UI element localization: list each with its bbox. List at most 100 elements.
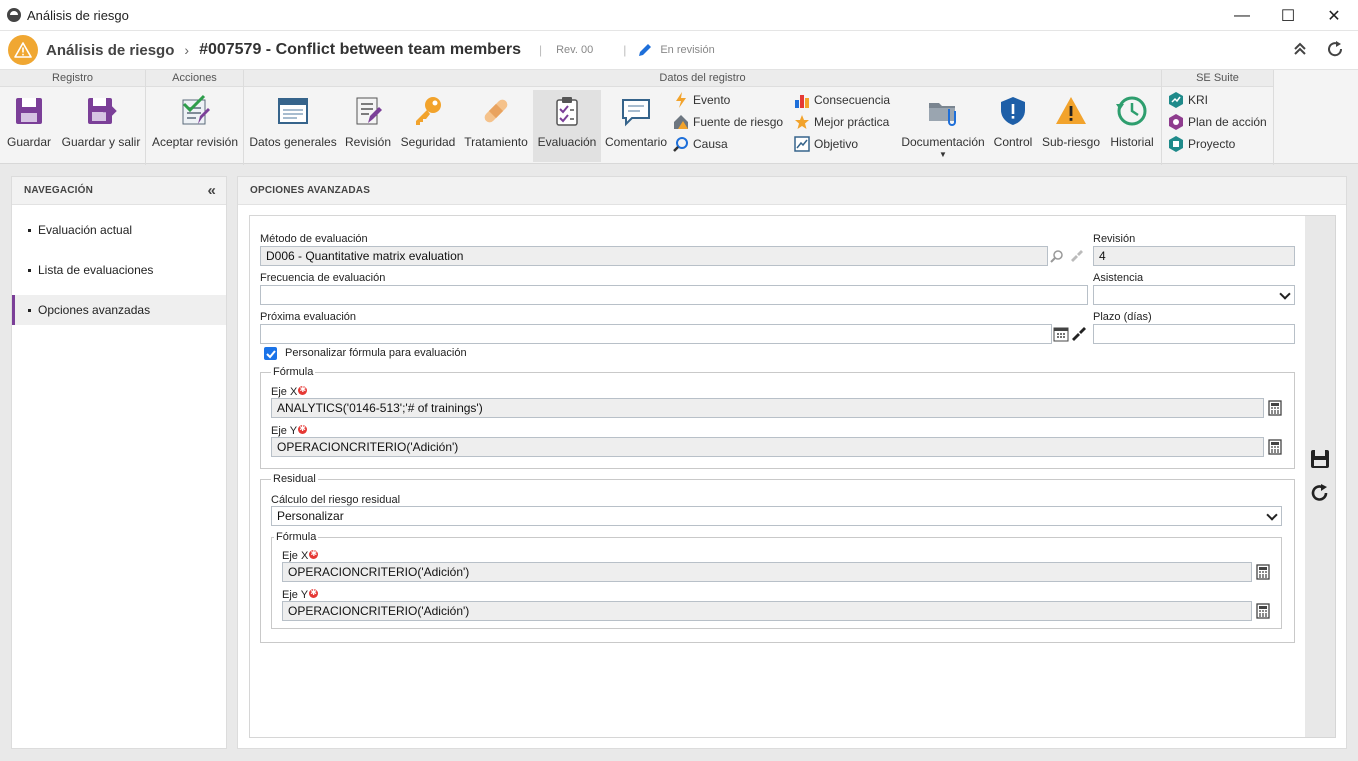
- nav-item-advanced-options[interactable]: Opciones avanzadas: [12, 295, 226, 325]
- evaluation-method-field[interactable]: D006 - Quantitative matrix evaluation: [260, 246, 1048, 266]
- app-icon: [7, 8, 21, 22]
- save-button[interactable]: Guardar: [4, 90, 54, 162]
- ribbon: Registro Guardar Guardar y salir Accione…: [0, 69, 1358, 165]
- assistance-label: Asistencia: [1093, 272, 1144, 284]
- window-title: Análisis de riesgo: [27, 7, 129, 23]
- best-practice-button[interactable]: Mejor práctica: [794, 112, 889, 132]
- axis-x-label-text: Eje X: [271, 386, 298, 398]
- folder-clip-icon: [925, 93, 961, 129]
- maximize-button[interactable]: ☐: [1265, 0, 1311, 31]
- close-button[interactable]: ✕: [1311, 0, 1357, 31]
- history-button[interactable]: Historial: [1108, 90, 1156, 162]
- ribbon-group-registro: Registro Guardar Guardar y salir: [0, 70, 146, 165]
- residual-calc-value: Personalizar: [277, 509, 344, 523]
- status-badge: En revisión: [660, 44, 715, 56]
- collapse-left-icon[interactable]: «: [207, 177, 216, 205]
- clock-history-icon: [1114, 93, 1150, 129]
- kri-button[interactable]: KRI: [1168, 90, 1208, 110]
- risk-source-button[interactable]: Fuente de riesgo: [673, 112, 783, 132]
- minimize-button[interactable]: —: [1219, 0, 1265, 31]
- event-button[interactable]: Evento: [673, 90, 730, 110]
- search-icon[interactable]: [1048, 247, 1066, 265]
- frequency-field[interactable]: [260, 285, 1088, 305]
- calculator-icon[interactable]: [1254, 563, 1272, 581]
- chevron-down-icon: [1266, 509, 1278, 521]
- shield-icon: [995, 93, 1031, 129]
- group-label: Acciones: [146, 70, 243, 87]
- residual-legend: Residual: [273, 473, 316, 485]
- house-warning-icon: [673, 114, 689, 130]
- axis-y-field[interactable]: OPERACIONCRITERIO('Adición'): [271, 437, 1264, 457]
- bandage-icon: [478, 93, 514, 129]
- refresh-icon[interactable]: [1310, 483, 1330, 503]
- warning-icon: [8, 35, 38, 65]
- control-button[interactable]: Control: [992, 90, 1034, 162]
- refresh-icon[interactable]: [1326, 40, 1344, 61]
- group-label: SE Suite: [1162, 70, 1273, 87]
- residual-axis-y-field[interactable]: OPERACIONCRITERIO('Adición'): [282, 601, 1252, 621]
- revision-label: Revisión: [1093, 233, 1136, 245]
- residual-axis-x-field[interactable]: OPERACIONCRITERIO('Adición'): [282, 562, 1252, 582]
- pencil-icon: [636, 41, 654, 59]
- revision-doc-icon: [350, 93, 386, 129]
- revision-button[interactable]: Revisión: [342, 90, 394, 162]
- eraser-icon[interactable]: [1070, 325, 1088, 343]
- residual-axis-y-label-text: Eje Y: [282, 589, 309, 601]
- next-evaluation-field[interactable]: [260, 324, 1052, 344]
- floppy-exit-icon: [83, 93, 119, 129]
- window-titlebar: Análisis de riesgo — ☐ ✕: [0, 0, 1358, 31]
- axis-x-field[interactable]: ANALYTICS('0146-513';'# of trainings'): [271, 398, 1264, 418]
- floppy-icon: [11, 93, 47, 129]
- side-toolbar: [1305, 215, 1336, 738]
- ribbon-group-datos: Datos del registro Datos generales Revis…: [244, 70, 1162, 165]
- customize-formula-checkbox[interactable]: [264, 347, 277, 360]
- security-button[interactable]: Seguridad: [400, 90, 456, 162]
- objective-button[interactable]: Objetivo: [794, 134, 858, 154]
- main-header: OPCIONES AVANZADAS: [238, 177, 1346, 205]
- cause-button[interactable]: Causa: [673, 134, 728, 154]
- kri-icon: [1168, 92, 1184, 108]
- clear-icon[interactable]: [1068, 247, 1086, 265]
- accept-revision-icon: [177, 93, 213, 129]
- record-header: Análisis de riesgo › #007579 - Conflict …: [0, 31, 1358, 69]
- key-icon: [410, 93, 446, 129]
- documentation-button[interactable]: Documentación ▼: [901, 90, 985, 162]
- axis-y-label: Eje Y: [271, 422, 308, 437]
- sub-risk-button[interactable]: Sub-riesgo: [1041, 90, 1101, 162]
- next-evaluation-label: Próxima evaluación: [260, 311, 356, 323]
- comment-icon: [618, 93, 654, 129]
- bar-chart-icon: [794, 92, 810, 108]
- trend-chart-icon: [794, 136, 810, 152]
- calculator-icon[interactable]: [1266, 399, 1284, 417]
- general-data-button[interactable]: Datos generales: [249, 90, 337, 162]
- record-title: #007579 - Conflict between team members: [199, 41, 521, 58]
- action-plan-button[interactable]: Plan de acción: [1168, 112, 1267, 132]
- divider: |: [538, 43, 543, 57]
- evaluation-button[interactable]: Evaluación: [533, 90, 601, 162]
- deadline-field[interactable]: [1093, 324, 1295, 344]
- nav-item-current-evaluation[interactable]: Evaluación actual: [12, 215, 226, 245]
- residual-axis-y-label: Eje Y: [282, 586, 319, 601]
- collapse-up-icon[interactable]: [1293, 41, 1307, 60]
- calendar-icon[interactable]: [1052, 325, 1070, 343]
- project-button[interactable]: Proyecto: [1168, 134, 1235, 154]
- treatment-button[interactable]: Tratamiento: [464, 90, 528, 162]
- warning-triangle-icon: [1053, 93, 1089, 129]
- action-plan-icon: [1168, 114, 1184, 130]
- calculator-icon[interactable]: [1266, 438, 1284, 456]
- chevron-right-icon: ›: [184, 42, 190, 58]
- save-and-exit-button[interactable]: Guardar y salir: [60, 90, 142, 162]
- main-panel: OPCIONES AVANZADAS Método de evaluación …: [237, 176, 1347, 749]
- customize-formula-label: Personalizar fórmula para evaluación: [285, 347, 467, 359]
- accept-revision-button[interactable]: Aceptar revisión: [150, 90, 240, 162]
- residual-calc-select[interactable]: Personalizar: [271, 506, 1282, 526]
- comment-button[interactable]: Comentario: [605, 90, 667, 162]
- nav-item-evaluation-list[interactable]: Lista de evaluaciones: [12, 255, 226, 285]
- evaluation-method-label: Método de evaluación: [260, 233, 368, 245]
- residual-calc-label: Cálculo del riesgo residual: [271, 494, 401, 506]
- save-icon[interactable]: [1310, 449, 1330, 469]
- assistance-select[interactable]: [1093, 285, 1295, 305]
- calculator-icon[interactable]: [1254, 602, 1272, 620]
- consequence-button[interactable]: Consecuencia: [794, 90, 890, 110]
- lightning-icon: [673, 92, 689, 108]
